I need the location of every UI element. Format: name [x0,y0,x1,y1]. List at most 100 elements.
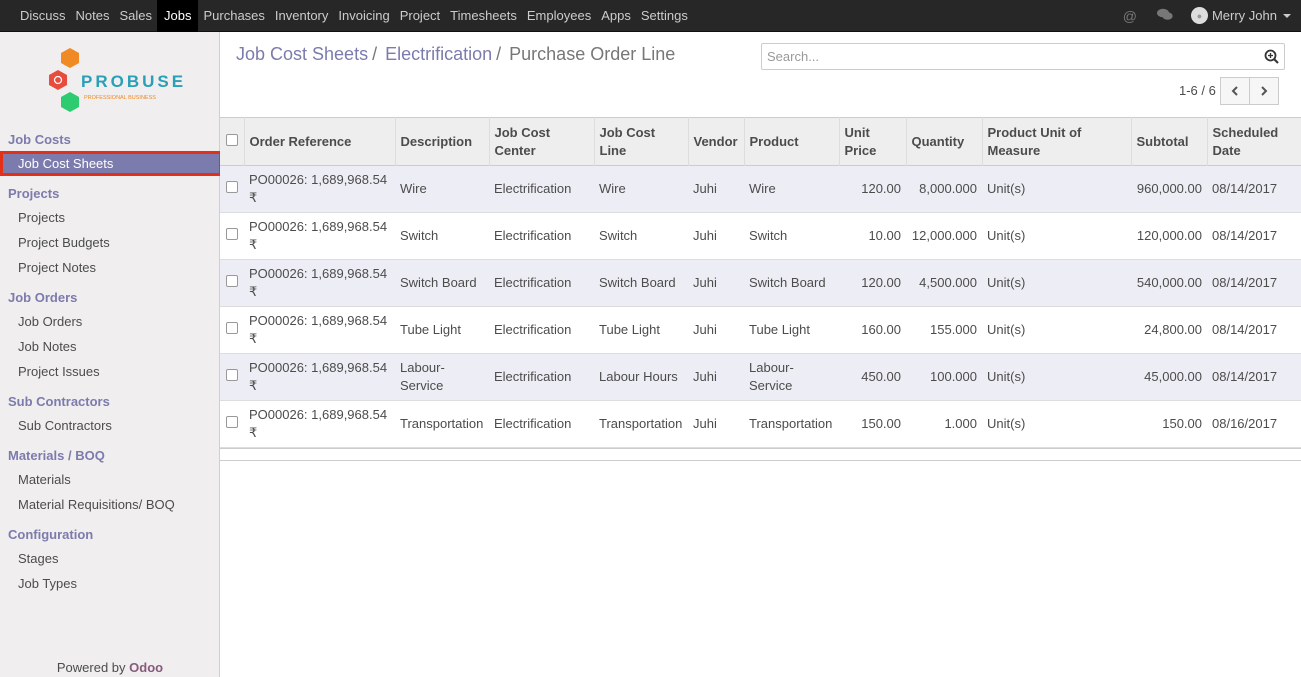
sidebar-item-projects[interactable]: Projects [18,210,65,225]
menu-item-jobs[interactable]: Jobs [157,0,199,32]
pager-value: 1-6 / 6 [1179,83,1216,98]
svg-text:PROBUSE: PROBUSE [81,72,184,91]
cell-order-reference: PO00026: 1,689,968.54 ₹ [249,172,388,205]
navbar-right: @ ● Merry John [1113,0,1301,32]
table-row[interactable]: PO00026: 1,689,968.54 ₹ Tube Light Electri… [220,306,1301,354]
cell-order-reference: PO00026: 1,689,968.54 ₹ [249,360,388,393]
cell-job-cost-center: Electrification [494,416,572,431]
column-header-job-cost-line[interactable]: Job Cost Line [593,117,688,166]
search-icon[interactable] [1264,49,1279,64]
row-checkbox-cell[interactable] [220,213,244,260]
column-header-unit-price[interactable]: Unit Price [838,117,906,166]
row-checkbox-cell[interactable] [220,307,244,354]
row-checkbox-cell[interactable] [220,166,244,213]
row-checkbox[interactable] [226,369,238,381]
cell-scheduled-date: 08/16/2017 [1212,416,1278,431]
menu-item-purchases[interactable]: Purchases [198,0,269,32]
table-row[interactable]: PO00026: 1,689,968.54 ₹ Switch Board Elect… [220,259,1301,307]
row-checkbox-cell[interactable] [220,354,244,401]
cell-product: Wire [749,181,776,196]
menu-item-discuss[interactable]: Discuss [15,0,71,32]
breadcrumb-item-electrification[interactable]: Electrification [385,44,492,65]
menu-item-apps[interactable]: Apps [596,0,636,32]
search-input[interactable] [762,44,1252,69]
column-header-subtotal[interactable]: Subtotal [1130,117,1207,166]
column-header-description[interactable]: Description [394,117,489,166]
column-header-product[interactable]: Product [743,117,839,166]
menu-item-sales[interactable]: Sales [114,0,157,32]
column-header-job-cost-center[interactable]: Job Cost Center [488,117,594,166]
breadcrumb-item-purchase-order-line: Purchase Order Line [509,44,676,64]
menu-item-project[interactable]: Project [395,0,445,32]
column-header-product-unit-of-measure[interactable]: Product Unit of Measure [981,117,1131,166]
chat-icon[interactable] [1156,8,1173,24]
sidebar-item-sub-contractors[interactable]: Sub Contractors [18,418,112,433]
cell-job-cost-center: Electrification [494,228,572,243]
cell-vendor: Juhi [693,228,717,243]
column-header-quantity[interactable]: Quantity [905,117,982,166]
purchase-order-line-list: Order Reference Description Job Cost Cente… [220,117,1301,461]
row-checkbox[interactable] [226,275,238,287]
menu-item-inventory[interactable]: Inventory [270,0,333,32]
cell-description: Labour-Service [400,360,445,393]
cell-job-cost-center: Electrification [494,322,572,337]
row-checkbox[interactable] [226,322,238,334]
powered-by-label: Powered by [56,660,126,675]
chevron-down-icon[interactable] [1283,13,1291,18]
sidebar-item-project-notes[interactable]: Project Notes [18,260,96,275]
table-row[interactable]: PO00026: 1,689,968.54 ₹ Switch Electrifica… [220,212,1301,260]
cell-quantity: 155.000 [930,322,977,337]
cell-job-cost-center: Electrification [494,369,572,384]
cell-description: Tube Light [400,322,461,337]
column-header-scheduled-date[interactable]: Scheduled Date [1206,117,1301,166]
sidebar-item-materials[interactable]: Materials [18,472,71,487]
sidebar-item-project-budgets[interactable]: Project Budgets [18,235,110,250]
sidebar-item-job-types[interactable]: Job Types [18,576,77,591]
cell-product: Switch [749,228,788,243]
cell-product: Transportation [749,416,833,431]
sidebar-item-job-orders[interactable]: Job Orders [18,314,82,329]
menu-item-settings[interactable]: Settings [636,0,693,32]
select-all-checkbox-cell[interactable] [220,118,244,166]
row-checkbox-cell[interactable] [220,260,244,307]
table-row[interactable]: PO00026: 1,689,968.54 ₹ Transportation Ele… [220,400,1301,448]
sidebar-item-material-requisitions-boq[interactable]: Material Requisitions/ BOQ [18,497,175,512]
mention-icon[interactable]: @ [1123,8,1137,24]
table-row[interactable]: PO00026: 1,689,968.54 ₹ Wire Electrificati… [220,165,1301,213]
cell-job-cost-line: Transportation [599,416,683,431]
row-checkbox[interactable] [226,416,238,428]
cell-unit-price: 160.00 [861,322,901,337]
sidebar-item-job-notes[interactable]: Job Notes [18,339,77,354]
cell-unit-price: 120.00 [861,181,901,196]
menu-item-timesheets[interactable]: Timesheets [445,0,522,32]
select-all-checkbox[interactable] [226,133,238,146]
breadcrumb-item-job-cost-sheets[interactable]: Job Cost Sheets [236,44,368,65]
column-header-order-reference[interactable]: Order Reference [243,117,395,166]
menu-item-notes[interactable]: Notes [71,0,115,32]
table-row[interactable]: PO00026: 1,689,968.54 ₹ Labour-Service Ele… [220,353,1301,401]
pager-next-button[interactable] [1249,77,1279,105]
cell-quantity: 12,000.000 [911,228,977,243]
cell-description: Switch Board [400,275,477,290]
sidebar-item-stages[interactable]: Stages [18,551,58,566]
user-name[interactable]: Merry John [1212,8,1277,23]
sidebar-section-sub-contractors: Sub Contractors [8,394,110,409]
sidebar-item-job-cost-sheets[interactable]: Job Cost Sheets [0,151,222,176]
cell-scheduled-date: 08/14/2017 [1212,322,1278,337]
pager-previous-button[interactable] [1220,77,1250,105]
row-checkbox[interactable] [226,228,238,240]
sidebar-section-job-orders: Job Orders [8,290,78,305]
cell-job-cost-line: Wire [599,181,626,196]
menu-item-invoicing[interactable]: Invoicing [333,0,394,32]
cell-job-cost-line: Labour Hours [599,369,678,384]
user-avatar[interactable]: ● [1190,7,1208,24]
cell-job-cost-line: Tube Light [599,322,660,337]
column-header-vendor[interactable]: Vendor [687,117,744,166]
menu-item-employees[interactable]: Employees [522,0,596,32]
sidebar-section-configuration: Configuration [8,527,94,542]
sidebar-item-project-issues[interactable]: Project Issues [18,364,100,379]
row-checkbox[interactable] [226,181,238,193]
row-checkbox-cell[interactable] [220,401,244,448]
odoo-link[interactable]: Odoo [129,660,163,675]
cell-product-unit-of-measure: Unit(s) [987,181,1026,196]
